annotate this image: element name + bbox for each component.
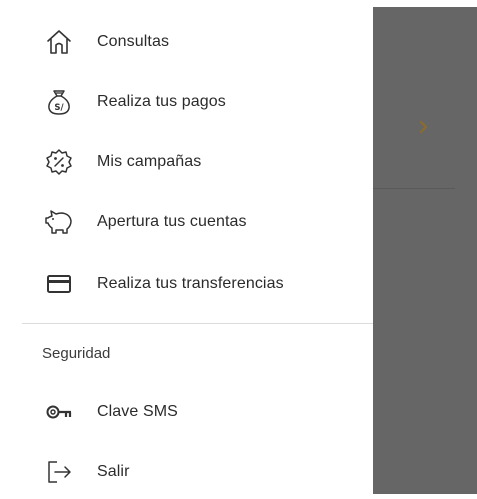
menu-item-realiza-tus-transferencias[interactable]: Realiza tus transferencias <box>22 259 373 309</box>
key-icon <box>44 397 74 427</box>
scrim-top-edge <box>373 0 477 7</box>
menu-item-label: Apertura tus cuentas <box>97 213 247 230</box>
menu-item-apertura-tus-cuentas[interactable]: Apertura tus cuentas <box>22 197 373 247</box>
bottom-edge <box>0 494 477 499</box>
discount-badge-icon <box>44 147 74 177</box>
section-divider <box>22 323 373 324</box>
menu-item-label: Realiza tus transferencias <box>97 275 284 292</box>
credit-card-icon <box>44 269 74 299</box>
menu-item-label: Consultas <box>97 33 170 50</box>
menu-item-label: Clave SMS <box>97 403 178 420</box>
piggy-bank-icon <box>44 207 74 237</box>
menu-item-salir[interactable]: Salir <box>22 447 373 497</box>
navigation-drawer: Consultas S/ Realiza tus pagos Mis campa… <box>22 0 373 499</box>
menu-item-clave-sms[interactable]: Clave SMS <box>22 387 373 437</box>
menu-item-label: Mis campañas <box>97 153 202 170</box>
background-divider <box>373 188 455 189</box>
menu-item-label: Salir <box>97 463 130 480</box>
section-title-seguridad: Seguridad <box>42 345 111 362</box>
money-bag-icon: S/ <box>44 87 74 117</box>
chevron-right-icon <box>415 118 433 136</box>
home-icon <box>44 27 74 57</box>
drawer-scrim[interactable] <box>373 0 477 499</box>
svg-text:S/: S/ <box>54 103 64 113</box>
menu-item-realiza-tus-pagos[interactable]: S/ Realiza tus pagos <box>22 77 373 127</box>
menu-item-mis-campanas[interactable]: Mis campañas <box>22 137 373 187</box>
app-screen: Consultas S/ Realiza tus pagos Mis campa… <box>0 0 477 499</box>
logout-icon <box>44 457 74 487</box>
menu-item-consultas[interactable]: Consultas <box>22 17 373 67</box>
menu-item-label: Realiza tus pagos <box>97 93 226 110</box>
